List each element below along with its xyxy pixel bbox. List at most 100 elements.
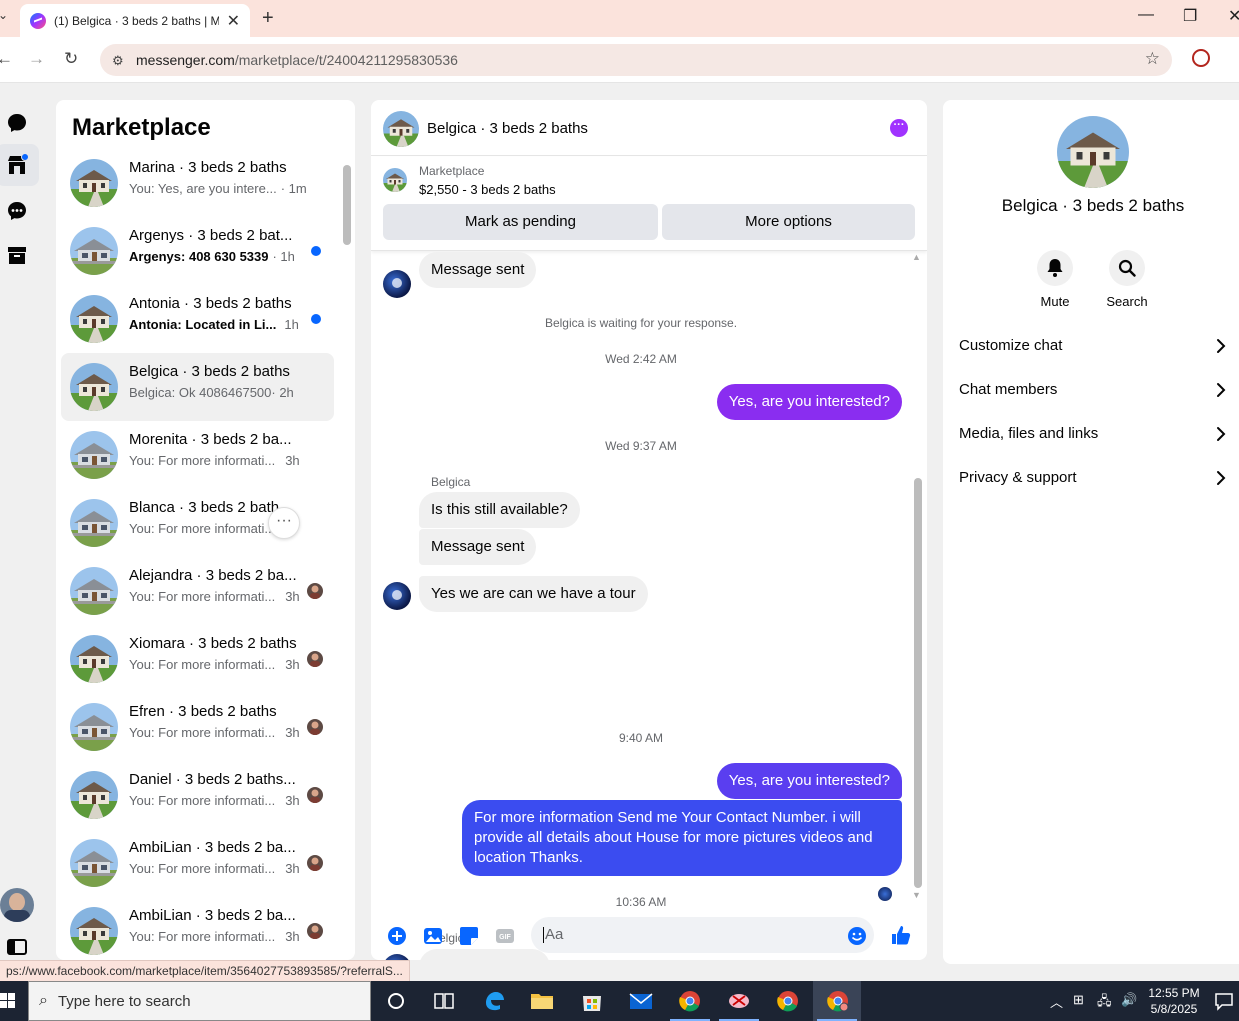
conversation-preview: You: For more informati... 3h xyxy=(129,861,300,876)
message-requests-icon[interactable] xyxy=(6,200,28,222)
message-bubble-outgoing: Yes, are you interested? xyxy=(716,763,902,799)
search-icon: ⌕ xyxy=(39,992,48,1009)
message-input[interactable]: Aa xyxy=(531,917,874,953)
reload-icon[interactable]: ↻ xyxy=(64,49,78,69)
profile-icon[interactable] xyxy=(1192,49,1210,67)
browser-tab[interactable]: (1) Belgica · 3 beds 2 baths | Messenger… xyxy=(20,4,250,37)
bell-icon xyxy=(1047,259,1063,277)
media-files-links-row[interactable]: Media, files and links xyxy=(959,425,1229,442)
url-bar[interactable]: ⚙ messenger.com/marketplace/t/2400421129… xyxy=(100,44,1172,76)
more-options-button[interactable]: More options xyxy=(662,204,915,240)
listing-avatar xyxy=(70,567,118,615)
volume-icon[interactable]: 🔊 xyxy=(1121,992,1137,1008)
conversation-name: Belgica · 3 beds 2 baths xyxy=(129,363,290,380)
chrome-icon[interactable] xyxy=(678,990,702,1012)
list-scrollbar[interactable] xyxy=(343,165,351,245)
listing-price-title[interactable]: $2,550 - 3 beds 2 baths xyxy=(419,182,556,197)
contact-avatar xyxy=(383,270,411,298)
notifications-icon[interactable] xyxy=(1214,991,1234,1011)
chevron-right-icon xyxy=(1213,470,1229,486)
conversation-item[interactable]: Xiomara · 3 beds 2 baths You: For more i… xyxy=(61,625,334,693)
conversation-item[interactable]: Efren · 3 beds 2 baths You: For more inf… xyxy=(61,693,334,761)
edge-icon[interactable] xyxy=(482,990,506,1012)
privacy-support-row[interactable]: Privacy & support xyxy=(959,469,1229,486)
close-window-icon[interactable]: ✕ xyxy=(1228,6,1239,26)
listing-avatar xyxy=(70,635,118,683)
photo-icon[interactable] xyxy=(423,926,443,946)
tab-search-icon[interactable]: ⌄ xyxy=(0,8,8,22)
add-more-icon[interactable] xyxy=(387,926,407,946)
conversation-info-panel: Belgica · 3 beds 2 baths Mute Search Cus… xyxy=(943,100,1239,964)
mute-button[interactable]: Mute xyxy=(1025,250,1085,309)
conversation-item[interactable]: Blanca · 3 beds 2 baths You: For more in… xyxy=(61,489,334,557)
marketplace-icon[interactable] xyxy=(6,154,28,176)
chrome-active-icon[interactable] xyxy=(826,990,850,1012)
tray-app-icon[interactable]: ⊞ xyxy=(1073,992,1084,1008)
new-tab-icon[interactable]: + xyxy=(262,7,274,30)
conversation-item[interactable]: Argenys · 3 beds 2 bat... Argenys: 408 6… xyxy=(61,217,334,285)
listing-avatar xyxy=(70,907,118,955)
user-avatar[interactable] xyxy=(0,888,34,922)
forward-icon[interactable]: → xyxy=(28,49,45,69)
scroll-down-arrow-icon[interactable]: ▼ xyxy=(912,890,921,900)
thumbs-up-icon[interactable] xyxy=(890,924,912,946)
archive-icon[interactable] xyxy=(6,244,28,266)
marketplace-listing-bar: Marketplace $2,550 - 3 beds 2 baths Mark… xyxy=(371,157,927,251)
windows-start-icon[interactable] xyxy=(0,993,16,1009)
marketplace-label: Marketplace xyxy=(419,164,485,178)
conversation-name: Efren · 3 beds 2 baths xyxy=(129,703,277,720)
show-hidden-icons-icon[interactable]: ︿ xyxy=(1050,992,1063,1011)
minimize-icon[interactable]: — xyxy=(1138,6,1154,24)
taskbar-search-box[interactable]: ⌕ Type here to search xyxy=(28,981,371,1021)
chrome-profile-icon[interactable] xyxy=(776,990,800,1012)
emoji-icon[interactable] xyxy=(847,926,867,946)
conversation-options-button[interactable]: ··· xyxy=(268,507,300,539)
chat-panel: Belgica · 3 beds 2 baths ··· Marketplace… xyxy=(371,100,927,960)
browser-menu-icon[interactable]: ⋮ xyxy=(1232,48,1239,69)
conversation-title: Belgica · 3 beds 2 baths xyxy=(1001,196,1185,215)
close-tab-icon[interactable]: ✕ xyxy=(227,11,240,31)
back-icon[interactable]: ← xyxy=(0,49,13,69)
bookmark-star-icon[interactable]: ☆ xyxy=(1145,49,1160,69)
snipping-tool-icon[interactable] xyxy=(727,990,751,1012)
microsoft-store-icon[interactable] xyxy=(580,990,604,1012)
file-explorer-icon[interactable] xyxy=(530,990,554,1012)
conversation-info-icon[interactable]: ··· xyxy=(890,119,908,137)
message-bubble-outgoing: For more information Send me Your Contac… xyxy=(462,800,902,876)
chats-icon[interactable] xyxy=(6,112,28,134)
task-view-icon[interactable] xyxy=(432,990,456,1012)
listing-thumbnail[interactable] xyxy=(383,168,407,192)
clock-date: 5/8/2025 xyxy=(1150,1002,1198,1016)
taskbar-clock[interactable]: 12:55 PM 5/8/2025 xyxy=(1143,985,1205,1017)
site-settings-icon[interactable]: ⚙ xyxy=(112,53,126,68)
message-bubble-incoming: Message sent xyxy=(419,529,537,565)
conversation-item[interactable]: AmbiLian · 3 beds 2 ba... You: For more … xyxy=(61,897,334,960)
conversation-item-active[interactable]: Belgica · 3 beds 2 baths Belgica: Ok 408… xyxy=(61,353,334,421)
conversation-item[interactable]: Daniel · 3 beds 2 baths... You: For more… xyxy=(61,761,334,829)
svg-text:GIF: GIF xyxy=(499,934,511,941)
scroll-up-arrow-icon[interactable]: ▲ xyxy=(912,252,921,262)
chat-title[interactable]: Belgica · 3 beds 2 baths xyxy=(427,120,588,137)
restore-icon[interactable]: ❐ xyxy=(1183,6,1197,26)
conversation-item[interactable]: AmbiLian · 3 beds 2 ba... You: For more … xyxy=(61,829,334,897)
conversation-item[interactable]: Alejandra · 3 beds 2 ba... You: For more… xyxy=(61,557,334,625)
chat-members-row[interactable]: Chat members xyxy=(959,381,1229,398)
sticker-icon[interactable] xyxy=(459,926,479,946)
toggle-sidebar-icon[interactable] xyxy=(6,936,28,958)
conversation-name: Marina · 3 beds 2 baths xyxy=(129,159,287,176)
chat-avatar[interactable] xyxy=(383,111,419,147)
conversation-item[interactable]: Antonia · 3 beds 2 baths Antonia: Locate… xyxy=(61,285,334,353)
conversation-item[interactable]: Marina · 3 beds 2 baths You: Yes, are yo… xyxy=(61,149,334,217)
mail-icon[interactable] xyxy=(629,990,653,1012)
chat-scrollbar[interactable] xyxy=(914,478,922,888)
search-button[interactable]: Search xyxy=(1097,250,1157,309)
listing-avatar xyxy=(70,363,118,411)
mark-as-pending-button[interactable]: Mark as pending xyxy=(383,204,658,240)
network-icon[interactable]: 🖧 xyxy=(1097,992,1112,1014)
gif-icon[interactable]: GIF xyxy=(495,926,515,946)
listing-profile-photo[interactable] xyxy=(1057,116,1129,188)
customize-chat-row[interactable]: Customize chat xyxy=(959,337,1229,354)
conversation-item[interactable]: Morenita · 3 beds 2 ba... You: For more … xyxy=(61,421,334,489)
message-bubble-incoming: Message sent xyxy=(419,252,537,288)
cortana-icon[interactable] xyxy=(384,990,408,1012)
